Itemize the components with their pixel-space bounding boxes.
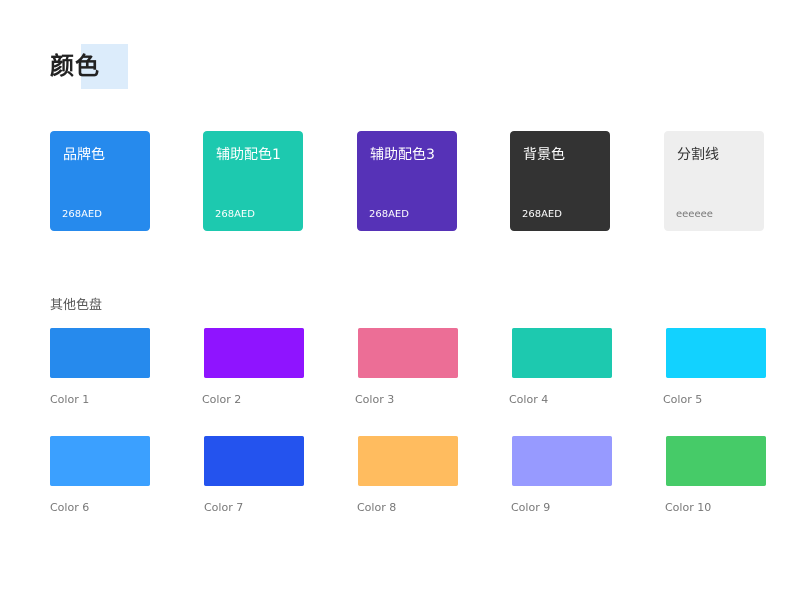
color-spec-page: 颜色 品牌色 268AED 辅助配色1 268AED 辅助配色3 268AED …	[0, 0, 800, 600]
palette-swatch[interactable]	[512, 328, 612, 378]
palette-label: Color 4	[509, 393, 549, 406]
palette-label: Color 8	[357, 501, 397, 514]
main-color-card-divider[interactable]: 分割线 eeeeee	[664, 131, 764, 231]
main-color-card-secondary-1[interactable]: 辅助配色1 268AED	[203, 131, 303, 231]
palette-label: Color 9	[511, 501, 551, 514]
main-color-hex: eeeeee	[676, 209, 713, 220]
palette-swatch[interactable]	[512, 436, 612, 486]
main-color-name: 辅助配色3	[370, 147, 435, 163]
palette-label: Color 5	[663, 393, 703, 406]
palette-swatch[interactable]	[204, 328, 304, 378]
main-color-hex: 268AED	[369, 209, 409, 220]
main-color-name: 品牌色	[63, 147, 105, 163]
palette-label: Color 1	[50, 393, 90, 406]
main-color-hex: 268AED	[522, 209, 562, 220]
main-color-hex: 268AED	[62, 209, 102, 220]
main-color-card-secondary-3[interactable]: 辅助配色3 268AED	[357, 131, 457, 231]
palette-label: Color 2	[202, 393, 242, 406]
palette-label: Color 10	[665, 501, 712, 514]
main-color-hex: 268AED	[215, 209, 255, 220]
main-color-name: 分割线	[677, 147, 719, 163]
palette-swatch[interactable]	[50, 436, 150, 486]
palette-label: Color 3	[355, 393, 395, 406]
palette-swatch[interactable]	[204, 436, 304, 486]
page-title: 颜色	[50, 52, 100, 80]
section-label-other-palette: 其他色盘	[50, 298, 103, 313]
main-color-name: 辅助配色1	[216, 147, 281, 163]
palette-swatch[interactable]	[666, 328, 766, 378]
palette-swatch[interactable]	[358, 328, 458, 378]
main-color-card-brand[interactable]: 品牌色 268AED	[50, 131, 150, 231]
palette-label: Color 6	[50, 501, 90, 514]
palette-swatch[interactable]	[50, 328, 150, 378]
palette-swatch[interactable]	[666, 436, 766, 486]
palette-swatch[interactable]	[358, 436, 458, 486]
main-color-name: 背景色	[523, 147, 565, 163]
main-color-card-background[interactable]: 背景色 268AED	[510, 131, 610, 231]
palette-label: Color 7	[204, 501, 244, 514]
